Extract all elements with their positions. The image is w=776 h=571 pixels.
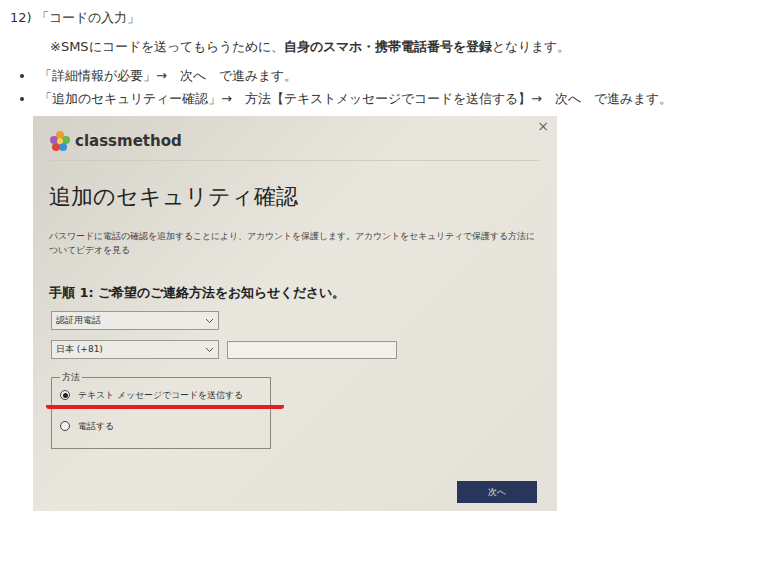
- phone-input[interactable]: [227, 341, 397, 359]
- step-heading: 12)「コードの入力」: [10, 8, 766, 28]
- step-title: 「コードの入力」: [36, 8, 140, 28]
- close-button[interactable]: ×: [535, 118, 551, 134]
- dialog-header: classmethod×: [49, 124, 539, 161]
- bullet-item: 「追加のセキュリティー確認」→ 方法【テキストメッセージでコードを送信する】→ …: [35, 87, 766, 110]
- page: 12)「コードの入力」 ※SMSにコードを送ってもらうために、自身のスマホ・携帯電…: [0, 0, 776, 571]
- dialog-footer: 次へ: [49, 481, 539, 503]
- dialog-title: 追加のセキュリティ確認: [49, 181, 539, 213]
- chevron-down-icon: [205, 318, 214, 324]
- method-radio[interactable]: 電話する: [46, 419, 284, 440]
- step-instruction: 手順 1: ご希望のご連絡方法をお知らせください。: [49, 283, 539, 303]
- method-radio[interactable]: テキスト メッセージでコードを送信する: [46, 388, 284, 409]
- next-button[interactable]: 次へ: [457, 481, 537, 503]
- radio-icon: [60, 390, 70, 400]
- note: ※SMSにコードを送ってもらうために、自身のスマホ・携帯電話番号を登録となります…: [10, 36, 766, 58]
- bullet-item: 「詳細情報が必要」→ 次へ で進みます。: [35, 64, 766, 87]
- dialog-description: パスワードに電話の確認を追加することにより、アカウントを保護します。アカウントを…: [49, 229, 539, 257]
- phone-row: 日本 (+81): [51, 340, 539, 359]
- method-group: 方法テキスト メッセージでコードを送信する電話する: [51, 371, 271, 449]
- step-number: 12): [10, 8, 32, 28]
- contact-row: 認証用電話: [51, 311, 539, 330]
- note-bold: 自身のスマホ・携帯電話番号を登録: [284, 39, 492, 54]
- logo: classmethod: [49, 130, 182, 152]
- classmethod-logo-icon: [49, 130, 71, 152]
- radio-icon: [60, 421, 70, 431]
- method-legend: 方法: [60, 371, 82, 384]
- contact-select[interactable]: 認証用電話: [51, 311, 219, 330]
- chevron-down-icon: [205, 347, 214, 353]
- country-select[interactable]: 日本 (+81): [51, 340, 219, 359]
- dialog-photo: classmethod×追加のセキュリティ確認パスワードに電話の確認を追加するこ…: [33, 116, 557, 511]
- bullet-list: 「詳細情報が必要」→ 次へ で進みます。「追加のセキュリティー確認」→ 方法【テ…: [10, 64, 766, 110]
